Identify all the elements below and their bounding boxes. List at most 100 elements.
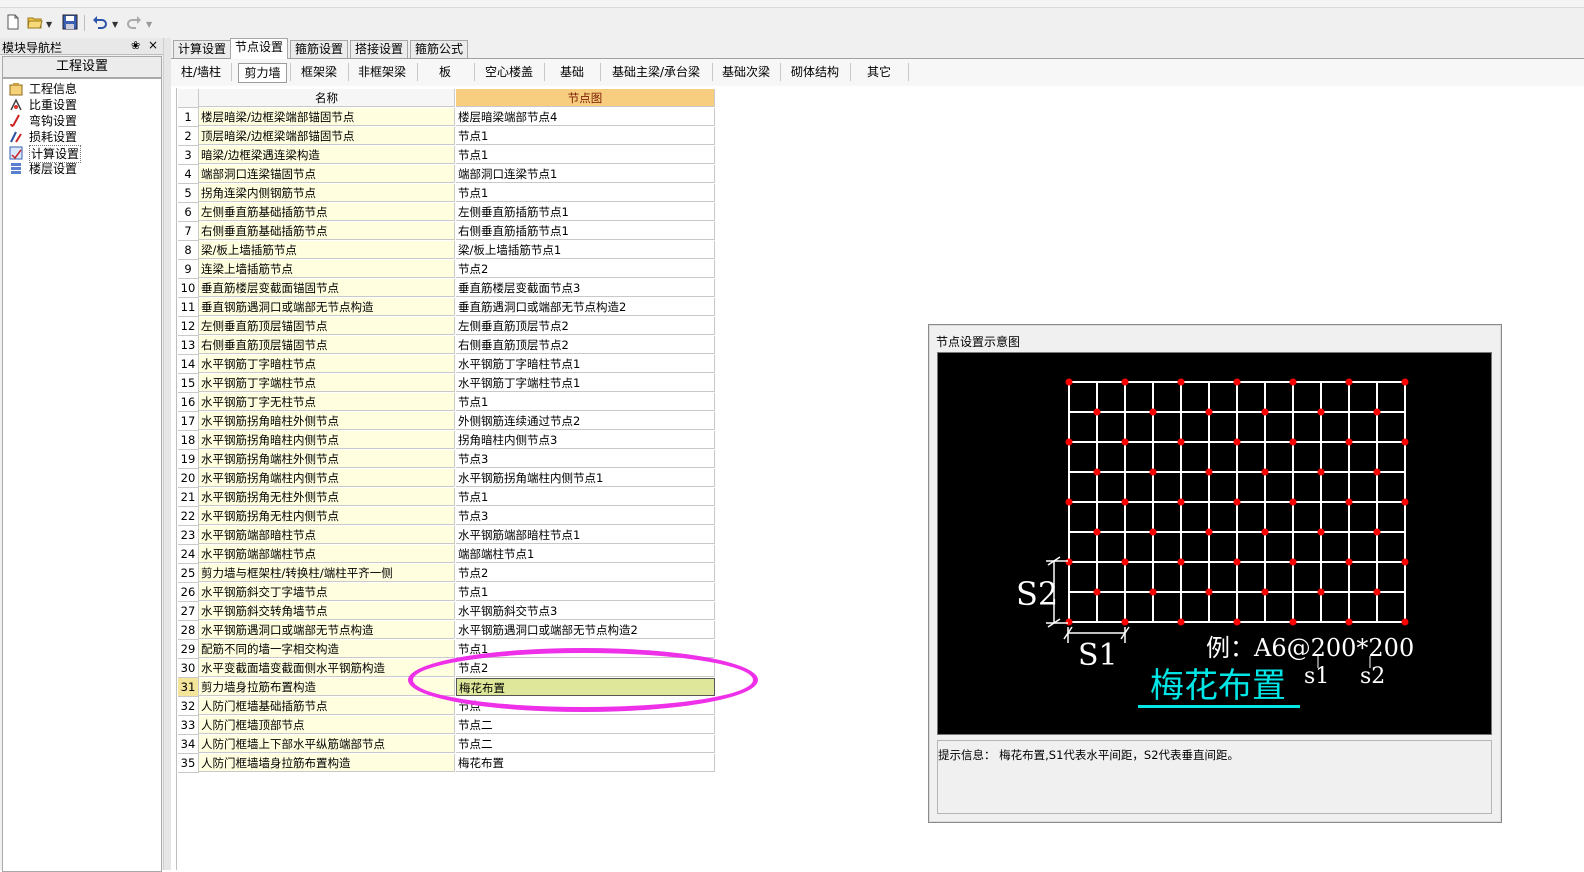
subtab-foundation-main-beam[interactable]: 基础主梁/承台梁 — [604, 63, 708, 81]
subtab-column[interactable]: 柱/墙柱 — [176, 63, 226, 81]
node-name-cell[interactable]: 水平钢筋斜交转角墙节点 — [199, 602, 455, 620]
node-diagram-cell[interactable]: 节点2 — [456, 564, 715, 582]
table-row[interactable]: 5 拐角连梁内侧钢筋节点 节点1 — [178, 184, 716, 203]
header-node-diagram[interactable]: 节点图 — [456, 89, 715, 107]
table-row[interactable]: 23 水平钢筋端部暗柱节点 水平钢筋端部暗柱节点1 — [178, 526, 716, 545]
table-row[interactable]: 17 水平钢筋拐角暗柱外侧节点 外侧钢筋连续通过节点2 — [178, 412, 716, 431]
node-diagram-cell[interactable]: 右侧垂直筋顶层节点2 — [456, 336, 715, 354]
pin-icon[interactable]: ❀ — [131, 39, 140, 52]
new-file-icon[interactable] — [5, 14, 21, 30]
table-row[interactable]: 21 水平钢筋拐角无柱外侧节点 节点1 — [178, 488, 716, 507]
tab-lap-settings[interactable]: 搭接设置 — [350, 40, 409, 58]
node-name-cell[interactable]: 右侧垂直筋顶层锚固节点 — [199, 336, 455, 354]
node-name-cell[interactable]: 楼层暗梁/边框梁端部锚固节点 — [199, 108, 455, 126]
node-diagram-cell[interactable]: 节点1 — [456, 127, 715, 145]
node-name-cell[interactable]: 水平钢筋丁字端柱节点 — [199, 374, 455, 392]
redo-dropdown-icon[interactable]: ▼ — [146, 20, 152, 29]
subtab-other[interactable]: 其它 — [854, 63, 904, 81]
node-diagram-cell[interactable]: 节点二 — [456, 716, 715, 734]
node-name-cell[interactable]: 拐角连梁内侧钢筋节点 — [199, 184, 455, 202]
node-diagram-cell[interactable]: 节点1 — [456, 184, 715, 202]
subtab-shear-wall[interactable]: 剪力墙 — [238, 63, 287, 83]
subtab-hollow-floor[interactable]: 空心楼盖 — [478, 63, 540, 81]
table-row[interactable]: 16 水平钢筋丁字无柱节点 节点1 — [178, 393, 716, 412]
node-name-cell[interactable]: 人防门框墙墙身拉筋布置构造 — [199, 754, 455, 772]
node-diagram-cell[interactable]: 梁/板上墙插筋节点1 — [456, 241, 715, 259]
node-diagram-cell[interactable]: 拐角暗柱内侧节点3 — [456, 431, 715, 449]
node-name-cell[interactable]: 水平钢筋拐角暗柱外侧节点 — [199, 412, 455, 430]
table-row[interactable]: 33 人防门框墙顶部节点 节点二 — [178, 716, 716, 735]
node-name-cell[interactable]: 连梁上墙插筋节点 — [199, 260, 455, 278]
node-name-cell[interactable]: 配筋不同的墙一字相交构造 — [199, 640, 455, 658]
subtab-slab[interactable]: 板 — [420, 63, 470, 81]
node-diagram-cell[interactable]: 水平钢筋丁字端柱节点1 — [456, 374, 715, 392]
subtab-non-frame-beam[interactable]: 非框架梁 — [352, 63, 412, 81]
node-name-cell[interactable]: 左侧垂直筋顶层锚固节点 — [199, 317, 455, 335]
table-row[interactable]: 3 暗梁/边框梁遇连梁构造 节点1 — [178, 146, 716, 165]
subtab-masonry[interactable]: 砌体结构 — [784, 63, 846, 81]
node-name-cell[interactable]: 左侧垂直筋基础插筋节点 — [199, 203, 455, 221]
node-name-cell[interactable]: 人防门框墙顶部节点 — [199, 716, 455, 734]
table-row[interactable]: 1 楼层暗梁/边框梁端部锚固节点 楼层暗梁端部节点4 — [178, 108, 716, 127]
table-row[interactable]: 10 垂直筋楼层变截面锚固节点 垂直筋楼层变截面节点3 — [178, 279, 716, 298]
node-diagram-cell[interactable]: 垂直筋遇洞口或端部无节点构造2 — [456, 298, 715, 316]
tab-calc-settings[interactable]: 计算设置 — [173, 40, 232, 58]
node-name-cell[interactable]: 水平钢筋端部端柱节点 — [199, 545, 455, 563]
node-diagram-cell[interactable]: 左侧垂直筋顶层节点2 — [456, 317, 715, 335]
table-row[interactable]: 28 水平钢筋遇洞口或端部无节点构造 水平钢筋遇洞口或端部无节点构造2 — [178, 621, 716, 640]
node-diagram-cell[interactable]: 节点二 — [456, 735, 715, 753]
node-name-cell[interactable]: 梁/板上墙插筋节点 — [199, 241, 455, 259]
node-diagram-cell[interactable]: 梅花布置 — [456, 754, 715, 772]
node-name-cell[interactable]: 水平钢筋丁字暗柱节点 — [199, 355, 455, 373]
close-icon[interactable]: × — [148, 38, 158, 52]
table-row[interactable]: 9 连梁上墙插筋节点 节点2 — [178, 260, 716, 279]
tab-stirrup-settings[interactable]: 箍筋设置 — [290, 40, 349, 58]
node-name-cell[interactable]: 垂直钢筋遇洞口或端部无节点构造 — [199, 298, 455, 316]
node-diagram-cell[interactable]: 节点3 — [456, 507, 715, 525]
table-row[interactable]: 19 水平钢筋拐角端柱外侧节点 节点3 — [178, 450, 716, 469]
table-row[interactable]: 24 水平钢筋端部端柱节点 端部端柱节点1 — [178, 545, 716, 564]
node-name-cell[interactable]: 剪力墙与框架柱/转换柱/端柱平齐一侧 — [199, 564, 455, 582]
node-name-cell[interactable]: 人防门框墙基础插筋节点 — [199, 697, 455, 715]
open-folder-icon[interactable] — [27, 14, 43, 30]
node-diagram-cell[interactable]: 水平钢筋遇洞口或端部无节点构造2 — [456, 621, 715, 639]
table-row[interactable]: 6 左侧垂直筋基础插筋节点 左侧垂直筋插筋节点1 — [178, 203, 716, 222]
table-row[interactable]: 7 右侧垂直筋基础插筋节点 右侧垂直筋插筋节点1 — [178, 222, 716, 241]
table-row[interactable]: 4 端部洞口连梁锚固节点 端部洞口连梁节点1 — [178, 165, 716, 184]
save-icon[interactable] — [62, 14, 78, 30]
open-dropdown-icon[interactable]: ▼ — [46, 20, 52, 29]
table-row[interactable]: 13 右侧垂直筋顶层锚固节点 右侧垂直筋顶层节点2 — [178, 336, 716, 355]
node-diagram-cell[interactable]: 节点1 — [456, 488, 715, 506]
table-row[interactable]: 12 左侧垂直筋顶层锚固节点 左侧垂直筋顶层节点2 — [178, 317, 716, 336]
node-name-cell[interactable]: 端部洞口连梁锚固节点 — [199, 165, 455, 183]
nav-group-header[interactable]: 工程设置 — [2, 56, 162, 78]
node-diagram-cell[interactable]: 端部端柱节点1 — [456, 545, 715, 563]
table-row[interactable]: 8 梁/板上墙插筋节点 梁/板上墙插筋节点1 — [178, 241, 716, 260]
node-diagram-cell[interactable]: 垂直筋楼层变截面节点3 — [456, 279, 715, 297]
node-name-cell[interactable]: 人防门框墙上下部水平纵筋端部节点 — [199, 735, 455, 753]
tab-stirrup-formula[interactable]: 箍筋公式 — [410, 40, 469, 58]
subtab-frame-beam[interactable]: 框架梁 — [294, 63, 344, 81]
node-name-cell[interactable]: 水平钢筋丁字无柱节点 — [199, 393, 455, 411]
node-diagram-cell[interactable]: 端部洞口连梁节点1 — [456, 165, 715, 183]
node-diagram-cell[interactable]: 节点1 — [456, 146, 715, 164]
table-row[interactable]: 11 垂直钢筋遇洞口或端部无节点构造 垂直筋遇洞口或端部无节点构造2 — [178, 298, 716, 317]
table-row[interactable]: 22 水平钢筋拐角无柱内侧节点 节点3 — [178, 507, 716, 526]
node-name-cell[interactable]: 暗梁/边框梁遇连梁构造 — [199, 146, 455, 164]
node-name-cell[interactable]: 水平钢筋拐角端柱内侧节点 — [199, 469, 455, 487]
table-row[interactable]: 2 顶层暗梁/边框梁端部锚固节点 节点1 — [178, 127, 716, 146]
node-diagram-cell[interactable]: 水平钢筋拐角端柱内侧节点1 — [456, 469, 715, 487]
node-name-cell[interactable]: 水平钢筋端部暗柱节点 — [199, 526, 455, 544]
table-row[interactable]: 15 水平钢筋丁字端柱节点 水平钢筋丁字端柱节点1 — [178, 374, 716, 393]
node-name-cell[interactable]: 水平钢筋拐角无柱内侧节点 — [199, 507, 455, 525]
subtab-foundation[interactable]: 基础 — [548, 63, 596, 81]
table-row[interactable]: 34 人防门框墙上下部水平纵筋端部节点 节点二 — [178, 735, 716, 754]
node-diagram-cell[interactable]: 外侧钢筋连续通过节点2 — [456, 412, 715, 430]
node-diagram-cell[interactable]: 节点2 — [456, 260, 715, 278]
table-row[interactable]: 35 人防门框墙墙身拉筋布置构造 梅花布置 — [178, 754, 716, 773]
node-name-cell[interactable]: 水平钢筋拐角端柱外侧节点 — [199, 450, 455, 468]
node-name-cell[interactable]: 顶层暗梁/边框梁端部锚固节点 — [199, 127, 455, 145]
table-row[interactable]: 26 水平钢筋斜交丁字墙节点 节点1 — [178, 583, 716, 602]
node-diagram-cell[interactable]: 左侧垂直筋插筋节点1 — [456, 203, 715, 221]
undo-dropdown-icon[interactable]: ▼ — [112, 20, 118, 29]
